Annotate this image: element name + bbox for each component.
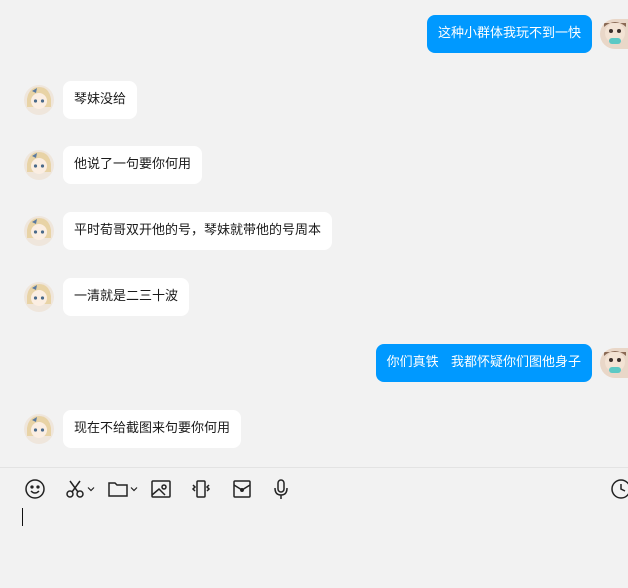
message-bubble[interactable]: 一清就是二三十波 (63, 278, 190, 316)
message-bubble[interactable]: 现在不给截图来句要你何用 (63, 410, 242, 448)
chevron-down-icon[interactable] (130, 485, 138, 493)
message-incoming: 他说了一句要你何用 (24, 146, 203, 184)
text-cursor (22, 508, 23, 526)
self-avatar[interactable] (600, 19, 628, 49)
composer (0, 467, 628, 588)
history-button[interactable] (610, 476, 628, 502)
message-bubble[interactable]: 你们真铁 我都怀疑你们图他身子 (375, 344, 592, 382)
image-icon (150, 478, 172, 500)
message-bubble[interactable]: 他说了一句要你何用 (63, 146, 203, 184)
message-outgoing: 你们真铁 我都怀疑你们图他身子 (375, 344, 628, 382)
contact-avatar[interactable] (24, 414, 54, 444)
contact-avatar[interactable] (24, 216, 54, 246)
chevron-down-icon[interactable] (87, 485, 95, 493)
composer-toolbar (0, 476, 628, 502)
scissors-icon (64, 478, 86, 500)
message-incoming: 琴妹没给 (24, 81, 138, 119)
message-bubble[interactable]: 平时荀哥双开他的号，琴妹就带他的号周本 (63, 212, 333, 250)
contact-avatar[interactable] (24, 150, 54, 180)
red-packet-button[interactable] (231, 476, 253, 502)
message-bubble[interactable]: 琴妹没给 (63, 81, 138, 119)
screenshot-button[interactable] (64, 476, 95, 502)
folder-icon (107, 478, 129, 500)
voice-button[interactable] (270, 476, 292, 502)
emoji-icon (24, 478, 46, 500)
message-list[interactable]: 这种小群体我玩不到一快 琴妹没给 他说了一句要你何用 平时荀哥双开他的号，琴妹就… (0, 0, 628, 467)
history-clock-icon (610, 478, 628, 500)
contact-avatar[interactable] (24, 85, 54, 115)
self-avatar[interactable] (600, 348, 628, 378)
shake-button[interactable] (190, 476, 212, 502)
shake-icon (190, 478, 212, 500)
message-input[interactable] (22, 508, 612, 578)
message-bubble[interactable]: 这种小群体我玩不到一快 (426, 15, 592, 53)
file-button[interactable] (107, 476, 138, 502)
message-outgoing: 这种小群体我玩不到一快 (426, 15, 628, 53)
message-incoming: 一清就是二三十波 (24, 278, 190, 316)
emoji-button[interactable] (24, 476, 46, 502)
image-button[interactable] (150, 476, 172, 502)
contact-avatar[interactable] (24, 282, 54, 312)
microphone-icon (270, 478, 292, 500)
message-incoming: 平时荀哥双开他的号，琴妹就带他的号周本 (24, 212, 333, 250)
red-packet-icon (231, 478, 253, 500)
message-incoming: 现在不给截图来句要你何用 (24, 410, 242, 448)
